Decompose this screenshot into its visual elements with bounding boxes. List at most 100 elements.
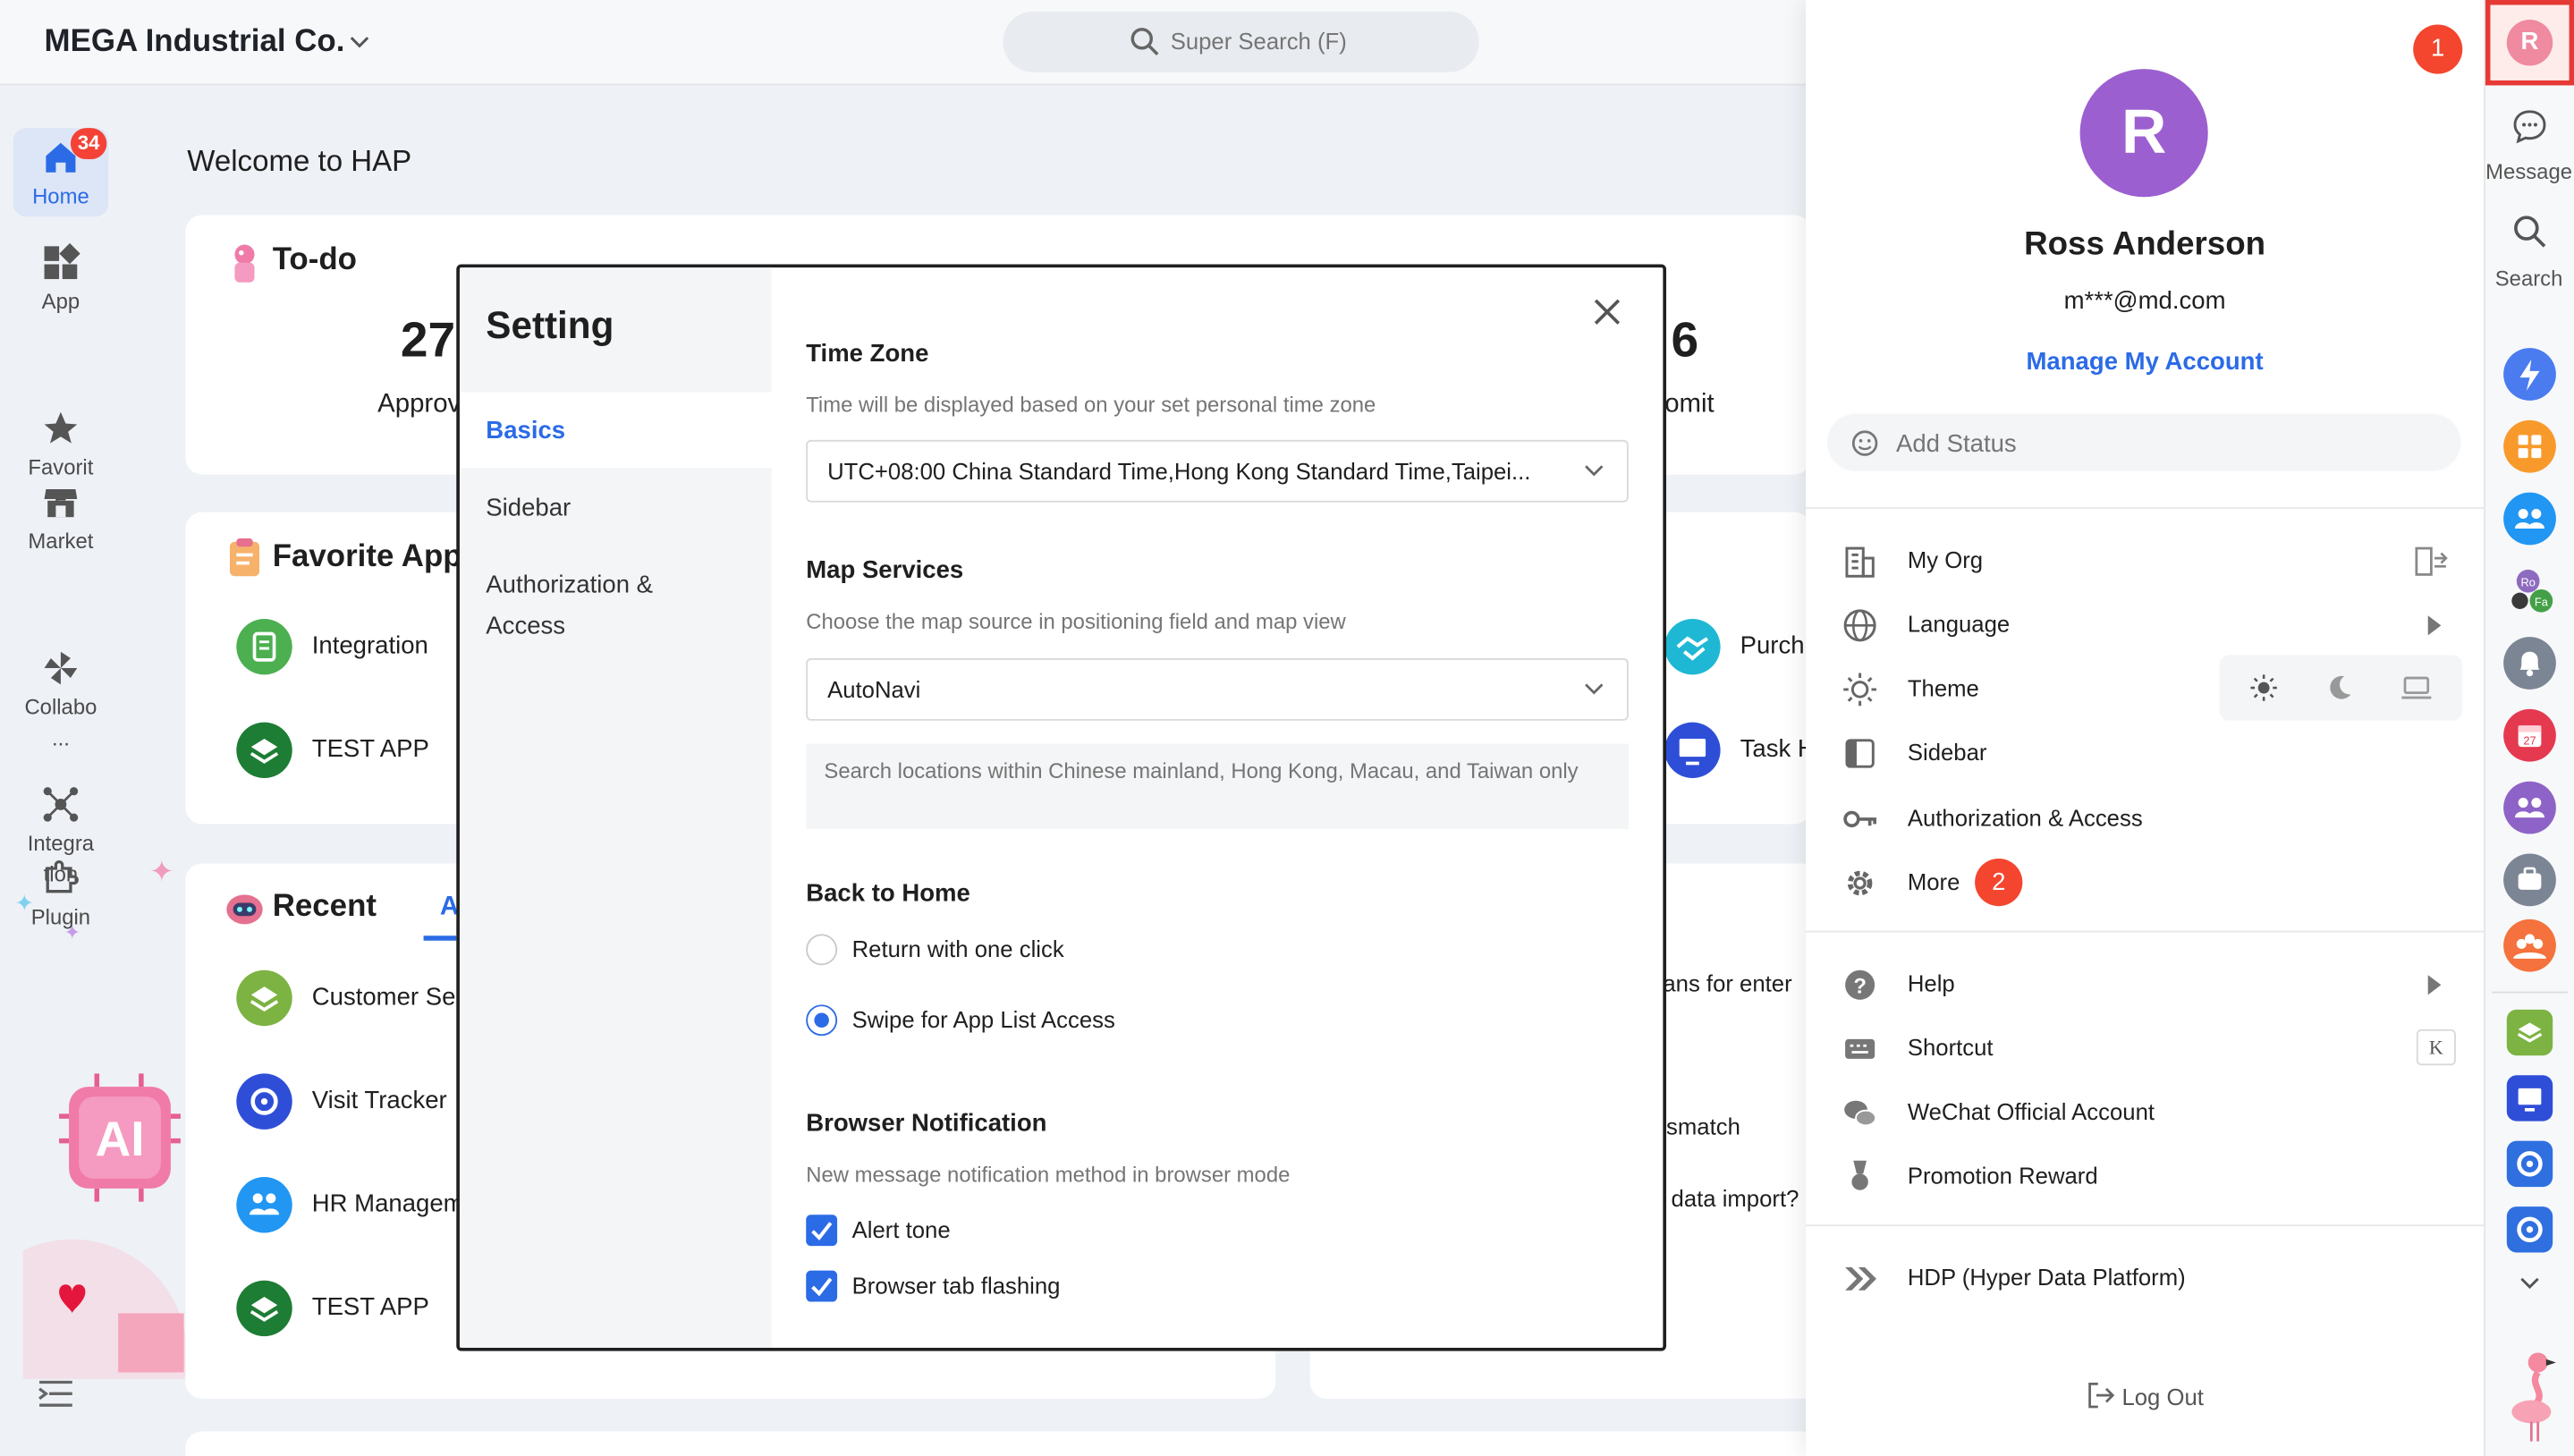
- target-app-icon[interactable]: [2506, 1206, 2553, 1253]
- todo-title: To-do: [272, 242, 357, 278]
- sparkle-icon: ✦: [64, 920, 81, 944]
- briefcase-icon[interactable]: [2503, 853, 2556, 907]
- group-icon[interactable]: [2503, 918, 2556, 972]
- ai-assistant-icon[interactable]: [2503, 348, 2556, 401]
- light-theme-icon[interactable]: [2249, 673, 2279, 703]
- target-app-icon[interactable]: [2506, 1140, 2553, 1188]
- todo-count-approve[interactable]: 27: [401, 314, 455, 369]
- timezone-heading: Time Zone: [806, 339, 929, 368]
- menu-item-language[interactable]: Language: [1842, 607, 2465, 643]
- key-icon: [1842, 801, 1877, 837]
- close-icon[interactable]: [1592, 297, 1621, 326]
- layers-app-icon[interactable]: [2506, 1009, 2553, 1056]
- svg-text:AI: AI: [95, 1111, 144, 1166]
- menu-item-promotion[interactable]: Promotion Reward: [1842, 1159, 2465, 1195]
- menu-item-hdp[interactable]: HDP (Hyper Data Platform): [1842, 1261, 2465, 1297]
- info-line[interactable]: ans for enter: [1663, 970, 1791, 996]
- menu-label: Help: [1907, 969, 1955, 997]
- svg-text:27: 27: [2523, 733, 2536, 747]
- chat-avatars-icon[interactable]: Ro Fa: [2507, 564, 2560, 617]
- info-line[interactable]: data import?: [1672, 1185, 1799, 1211]
- step-badge: 1: [2413, 24, 2463, 74]
- account-avatar[interactable]: R: [2079, 69, 2208, 198]
- nav-item-app[interactable]: App: [13, 242, 108, 317]
- radio-button-selected[interactable]: [806, 1004, 838, 1037]
- monitor-app-icon[interactable]: [2506, 1075, 2553, 1122]
- search-icon[interactable]: [2511, 214, 2547, 250]
- people-app-icon: [236, 1177, 292, 1233]
- add-status-button[interactable]: Add Status: [1826, 413, 2461, 471]
- divider: [1806, 507, 2485, 510]
- home-badge: 34: [70, 128, 107, 160]
- recent-title: Recent: [272, 889, 377, 925]
- rail-message-label[interactable]: Message: [2484, 159, 2574, 184]
- chevron-down-icon[interactable]: [348, 30, 371, 53]
- logout-icon: [2086, 1381, 2115, 1410]
- app-label: Visit Tracker: [311, 1087, 447, 1115]
- contacts-icon[interactable]: [2503, 492, 2556, 546]
- bell-icon[interactable]: [2503, 637, 2556, 690]
- flamingo-mascot-icon[interactable]: [2505, 1350, 2561, 1444]
- app-label: Integration: [311, 631, 428, 660]
- dark-theme-icon[interactable]: [2324, 673, 2354, 703]
- org-switch-icon[interactable]: [2413, 544, 2449, 580]
- settings-tab-basics[interactable]: Basics: [459, 392, 772, 469]
- chevron-down-icon[interactable]: [2519, 1274, 2542, 1293]
- todo-label-approve[interactable]: Approv: [377, 391, 461, 420]
- settings-sidebar: Setting Basics Sidebar Authorization & A…: [459, 267, 772, 1348]
- divider: [1806, 930, 2485, 933]
- checkbox-checked[interactable]: [806, 1215, 838, 1247]
- manage-account-link[interactable]: Manage My Account: [1806, 348, 2484, 376]
- menu-item-help[interactable]: ? Help: [1842, 967, 2465, 1003]
- timezone-select[interactable]: UTC+08:00 China Standard Time,Hong Kong …: [806, 439, 1629, 503]
- smiley-icon: [1850, 428, 1880, 458]
- rail-search-label[interactable]: Search: [2484, 266, 2574, 291]
- logout-button[interactable]: Log Out: [1806, 1381, 2484, 1410]
- checkbox-checked[interactable]: [806, 1270, 838, 1302]
- todo-count-submit[interactable]: 6: [1672, 314, 1699, 369]
- menu-item-my-org[interactable]: My Org: [1842, 544, 2465, 580]
- settings-tab-sidebar[interactable]: Sidebar: [460, 487, 772, 529]
- app-grid-icon: [41, 242, 80, 283]
- rail-avatar[interactable]: R: [2506, 20, 2553, 66]
- super-search-box[interactable]: Super Search (F): [1003, 11, 1479, 72]
- menu-item-more[interactable]: More: [1842, 865, 2465, 901]
- menu-collapse-icon[interactable]: [36, 1379, 79, 1409]
- menu-item-shortcut[interactable]: Shortcut: [1842, 1031, 2465, 1067]
- org-name[interactable]: MEGA Industrial Co.: [45, 25, 345, 61]
- sun-icon: [1842, 672, 1877, 707]
- account-email: m***@md.com: [2063, 287, 2226, 316]
- todo-mascot-icon: [224, 241, 264, 284]
- menu-item-authorization[interactable]: Authorization & Access: [1842, 801, 2465, 837]
- message-icon[interactable]: [2510, 106, 2549, 146]
- divider: [1806, 1224, 2485, 1227]
- app-grid-icon[interactable]: [2503, 419, 2556, 473]
- team-icon[interactable]: [2503, 781, 2556, 834]
- system-theme-icon[interactable]: [2400, 673, 2434, 703]
- info-line[interactable]: smatch: [1666, 1113, 1740, 1139]
- radio-button[interactable]: [806, 934, 838, 966]
- menu-item-sidebar[interactable]: Sidebar: [1842, 735, 2465, 771]
- menu-label: Sidebar: [1907, 738, 1987, 766]
- caret-right-icon: [2426, 614, 2443, 637]
- status-placeholder: Add Status: [1896, 429, 2017, 459]
- map-desc: Choose the map source in positioning fie…: [806, 608, 1346, 634]
- search-placeholder: Super Search (F): [1170, 28, 1347, 55]
- calendar-icon[interactable]: 27: [2503, 708, 2556, 762]
- todo-label-submit[interactable]: omit: [1664, 391, 1714, 420]
- chevron-down-icon: [1584, 683, 1604, 697]
- keyboard-icon: [1842, 1031, 1877, 1067]
- app-label: Purch: [1740, 631, 1805, 660]
- more-badge: 2: [1975, 858, 2023, 907]
- settings-tab-authorization[interactable]: Authorization & Access: [460, 564, 772, 647]
- nav-item-market[interactable]: Market: [13, 483, 108, 557]
- map-select[interactable]: AutoNavi: [806, 658, 1629, 721]
- menu-item-wechat[interactable]: WeChat Official Account: [1842, 1095, 2465, 1130]
- home-heading: Back to Home: [806, 879, 970, 909]
- app-label: Customer Se: [311, 983, 456, 1012]
- chevron-down-icon: [1584, 464, 1604, 478]
- store-icon: [41, 483, 80, 522]
- svg-text:?: ?: [1853, 974, 1867, 998]
- ai-mascot-illustration[interactable]: AI: [22, 1051, 188, 1379]
- rail-divider: [2492, 991, 2568, 994]
